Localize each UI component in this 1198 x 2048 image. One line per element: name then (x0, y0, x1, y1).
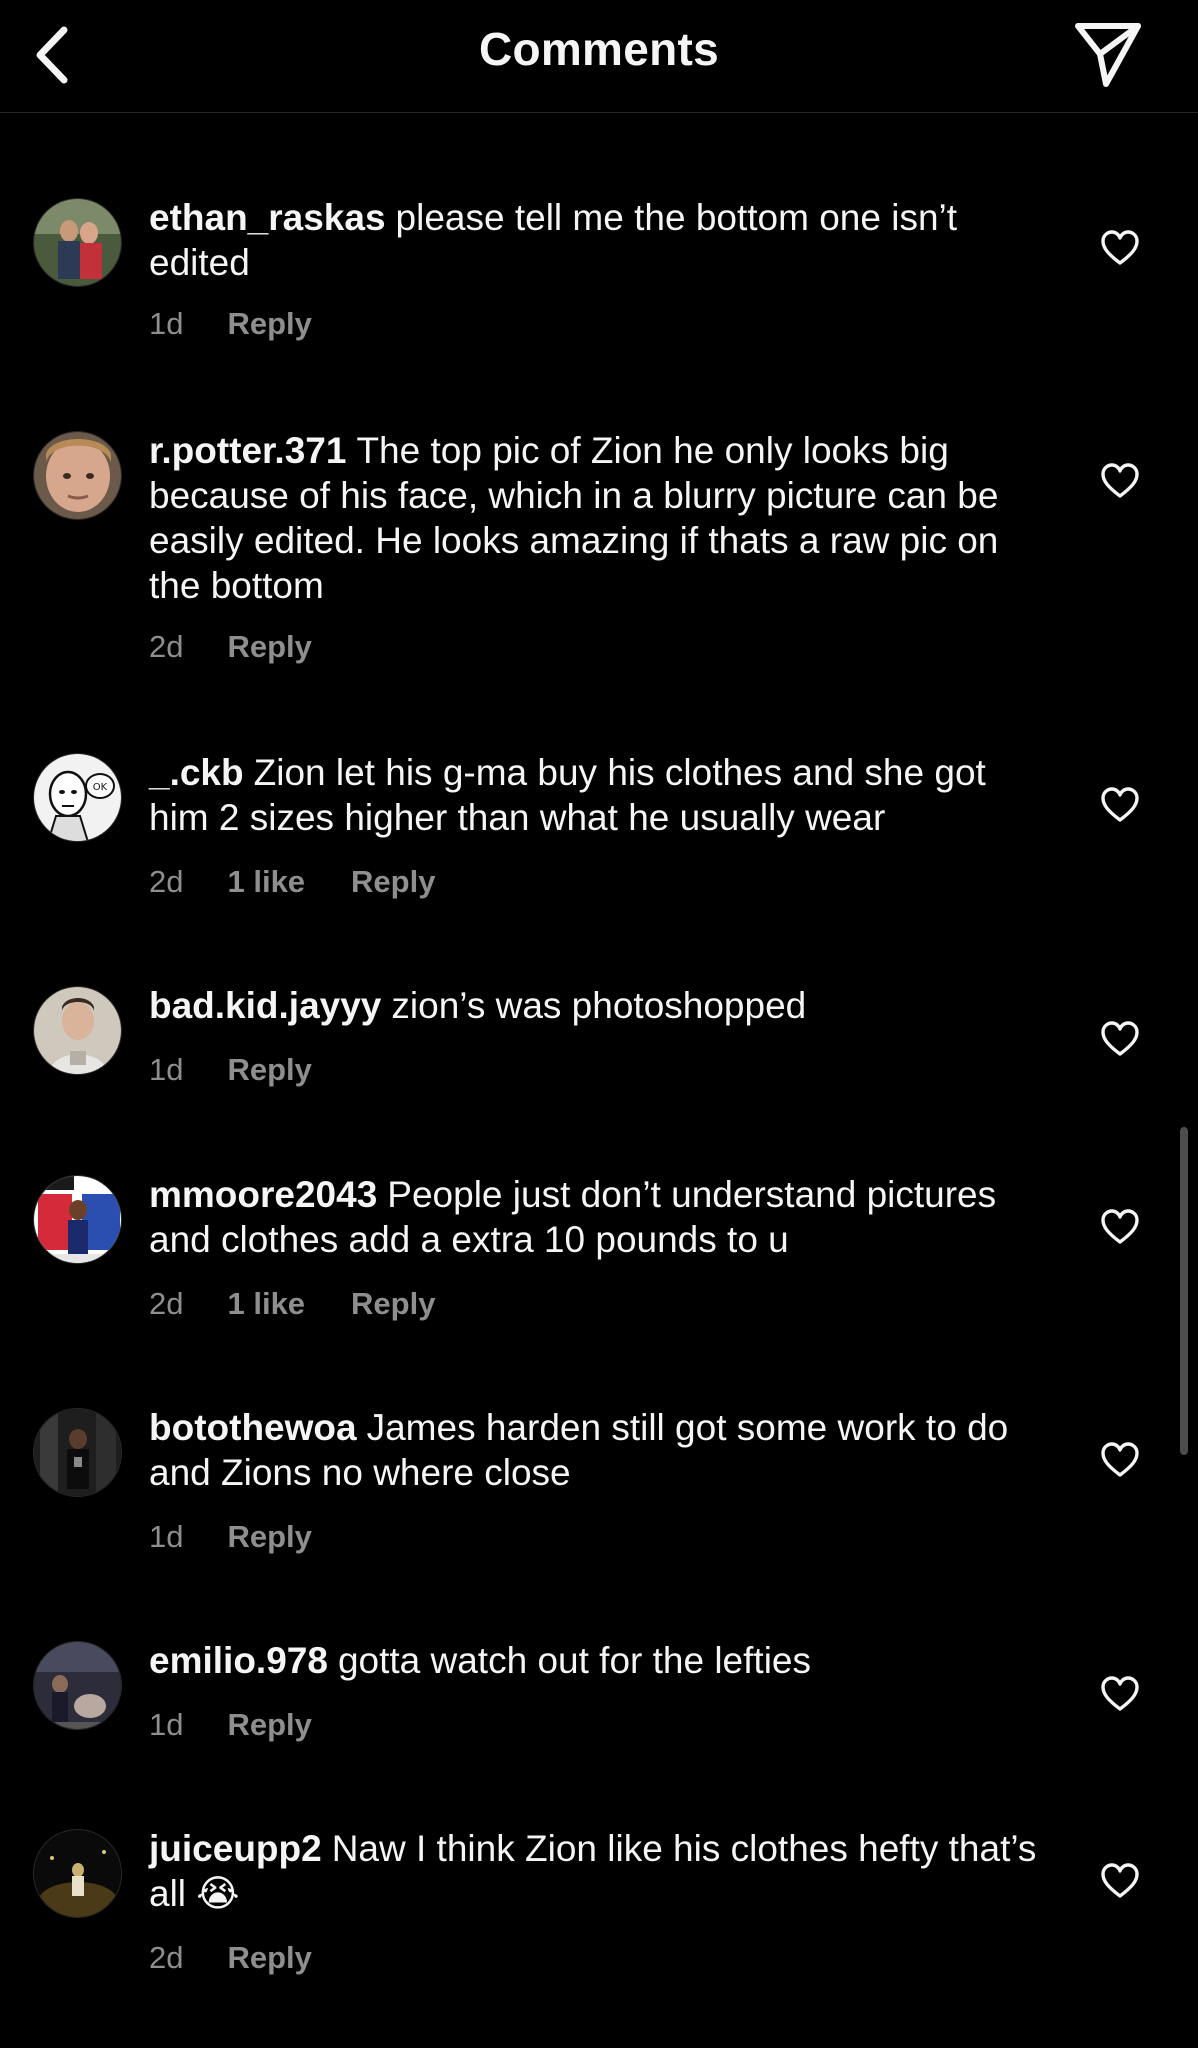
comment-meta: 1d Reply (149, 1052, 312, 1088)
comment-time: 2d (149, 1286, 184, 1321)
avatar[interactable] (33, 986, 122, 1075)
comment-text: botothewoa James harden still got some wo… (149, 1405, 1049, 1495)
comment-username[interactable]: botothewoa (149, 1407, 357, 1448)
avatar[interactable]: OK (33, 753, 122, 842)
paper-plane-icon[interactable] (1072, 18, 1144, 90)
avatar[interactable] (33, 198, 122, 287)
avatar[interactable] (33, 1829, 122, 1918)
reply-button[interactable]: Reply (351, 1286, 435, 1322)
comment-meta: 1d Reply (149, 306, 312, 342)
reply-button[interactable]: Reply (227, 306, 311, 342)
comment-body: Zion let his g-ma buy his clothes and sh… (149, 752, 986, 838)
header-bar: Comments (0, 0, 1198, 113)
reply-button[interactable]: Reply (227, 1519, 311, 1555)
comment-text: _.ckb Zion let his g-ma buy his clothes a… (149, 750, 1049, 840)
reply-button[interactable]: Reply (227, 1707, 311, 1743)
comment-text: ethan_raskas please tell me the bottom on… (149, 195, 1049, 285)
comment-likes[interactable]: 1 like (227, 864, 305, 900)
avatar[interactable] (33, 1175, 122, 1264)
heart-icon[interactable] (1100, 463, 1140, 499)
comment-username[interactable]: emilio.978 (149, 1640, 328, 1681)
comment-time: 2d (149, 1940, 184, 1975)
scrollbar[interactable] (1180, 1127, 1188, 1455)
comment-username[interactable]: mmoore2043 (149, 1174, 377, 1215)
heart-icon[interactable] (1100, 1863, 1140, 1899)
reply-button[interactable]: Reply (227, 1940, 311, 1976)
comment-body: zion’s was photoshopped (391, 985, 807, 1026)
comment-time: 2d (149, 864, 184, 899)
comment-time: 2d (149, 629, 184, 664)
comment-text: juiceupp2 Naw I think Zion like his cloth… (149, 1826, 1049, 1916)
comment-text: bad.kid.jayyy zion’s was photoshopped (149, 983, 1049, 1028)
comment-meta: 1d Reply (149, 1519, 312, 1555)
comment-text: mmoore2043 People just don’t understand p… (149, 1172, 1049, 1262)
heart-icon[interactable] (1100, 1209, 1140, 1245)
comment-time: 1d (149, 306, 184, 341)
svg-text:OK: OK (93, 782, 108, 793)
comment-body: gotta watch out for the lefties (337, 1640, 811, 1681)
comment-meta: 2d 1 like Reply (149, 1286, 435, 1322)
comment-text: emilio.978 gotta watch out for the leftie… (149, 1638, 1049, 1683)
page-title: Comments (478, 23, 720, 75)
comment-meta: 1d Reply (149, 1707, 312, 1743)
comment-text: r.potter.371 The top pic of Zion he only … (149, 428, 1049, 608)
comment-meta: 2d Reply (149, 1940, 312, 1976)
avatar[interactable] (33, 1408, 122, 1497)
reply-button[interactable]: Reply (227, 1052, 311, 1088)
comment-username[interactable]: r.potter.371 (149, 430, 346, 471)
avatar[interactable] (33, 431, 122, 520)
reply-button[interactable]: Reply (227, 629, 311, 665)
heart-icon[interactable] (1100, 1676, 1140, 1712)
heart-icon[interactable] (1100, 230, 1140, 266)
comment-username[interactable]: bad.kid.jayyy (149, 985, 381, 1026)
comment-time: 1d (149, 1052, 184, 1087)
reply-button[interactable]: Reply (351, 864, 435, 900)
comment-username[interactable]: _.ckb (149, 752, 244, 793)
comment-time: 1d (149, 1707, 184, 1742)
heart-icon[interactable] (1100, 1021, 1140, 1057)
avatar[interactable] (33, 1641, 122, 1730)
comment-username[interactable]: ethan_raskas (149, 197, 386, 238)
comment-time: 1d (149, 1519, 184, 1554)
comment-username[interactable]: juiceupp2 (149, 1828, 322, 1869)
comment-meta: 2d Reply (149, 629, 312, 665)
heart-icon[interactable] (1100, 787, 1140, 823)
comment-likes[interactable]: 1 like (227, 1286, 305, 1322)
comment-meta: 2d 1 like Reply (149, 864, 435, 900)
heart-icon[interactable] (1100, 1442, 1140, 1478)
